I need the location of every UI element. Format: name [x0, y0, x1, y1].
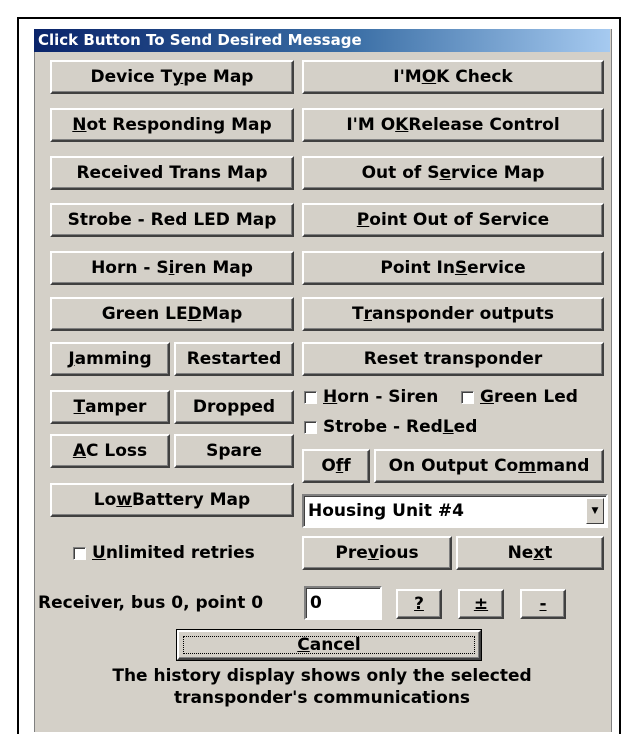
housing-unit-value: Housing Unit #4	[308, 501, 464, 521]
im-ok-check-button[interactable]: I'M OK Check	[302, 60, 604, 94]
spare-button[interactable]: Spare	[174, 434, 294, 468]
minus-button[interactable]: -	[520, 589, 566, 619]
reset-transponder-button[interactable]: Reset transponder	[302, 342, 604, 376]
cancel-button[interactable]: Cancel	[176, 629, 482, 661]
off-button[interactable]: Off	[302, 449, 370, 483]
help-button[interactable]: ?	[396, 589, 442, 619]
strobe-red-led-map-button[interactable]: Strobe - Red LED Map	[50, 203, 294, 237]
ac-loss-button[interactable]: AC Loss	[50, 434, 170, 468]
green-led-checkbox[interactable]: Green Led	[461, 387, 578, 407]
receiver-label: Receiver, bus 0, point 0	[38, 593, 264, 613]
chevron-down-icon[interactable]: ▼	[586, 498, 604, 524]
history-note-line-2: transponder's communications	[173, 688, 471, 708]
housing-unit-select[interactable]: Housing Unit #4 ▼	[302, 494, 608, 528]
out-of-service-map-button[interactable]: Out of Se rvice Map	[302, 156, 604, 190]
history-note-line-1: The history display shows only the selec…	[112, 666, 532, 686]
im-ok-release-control-button[interactable]: I'M OK Release Control	[302, 108, 604, 142]
point-out-of-service-button[interactable]: Point Out of Service	[302, 203, 604, 237]
tamper-button[interactable]: Tamper	[50, 390, 170, 424]
unlimited-retries-checkbox[interactable]: Unlimited retries	[73, 543, 255, 563]
not-responding-map-button[interactable]: Not Responding Map	[50, 108, 294, 142]
unlimited-retries-checkbox-box[interactable]	[73, 546, 86, 560]
dialog-title: Click Button To Send Desired Message	[34, 29, 610, 52]
restarted-button[interactable]: Restarted	[174, 342, 294, 376]
low-battery-map-button[interactable]: Lo w Battery Map	[50, 483, 294, 517]
strobe-red-led-checkbox-box[interactable]	[304, 420, 317, 434]
previous-button[interactable]: Pre v ious	[302, 536, 452, 570]
horn-siren-checkbox-box[interactable]	[304, 390, 317, 404]
dropped-button[interactable]: Dropped	[174, 390, 294, 424]
next-button[interactable]: Ne x t	[456, 536, 604, 570]
jamming-button[interactable]: Jamming	[50, 342, 170, 376]
point-in-service-button[interactable]: Point In Service	[302, 251, 604, 285]
transponder-outputs-button[interactable]: Tr ansponder outputs	[302, 297, 604, 331]
horn-siren-map-button[interactable]: Horn - Si ren Map	[50, 251, 294, 285]
point-input[interactable]: 0	[304, 586, 382, 620]
device-type-map-button[interactable]: Device Ty pe Map	[50, 60, 294, 94]
on-output-command-button[interactable]: On Output Co m mand	[374, 449, 604, 483]
strobe-red-led-checkbox[interactable]: Strobe - Red Led	[304, 417, 477, 437]
green-led-checkbox-box[interactable]	[461, 390, 474, 404]
received-trans-map-button[interactable]: Received Trans Map	[50, 156, 294, 190]
horn-siren-checkbox[interactable]: Horn - Siren	[304, 387, 438, 407]
plus-minus-button[interactable]: ±	[458, 589, 504, 619]
green-led-map-button[interactable]: Green LE D Map	[50, 297, 294, 331]
